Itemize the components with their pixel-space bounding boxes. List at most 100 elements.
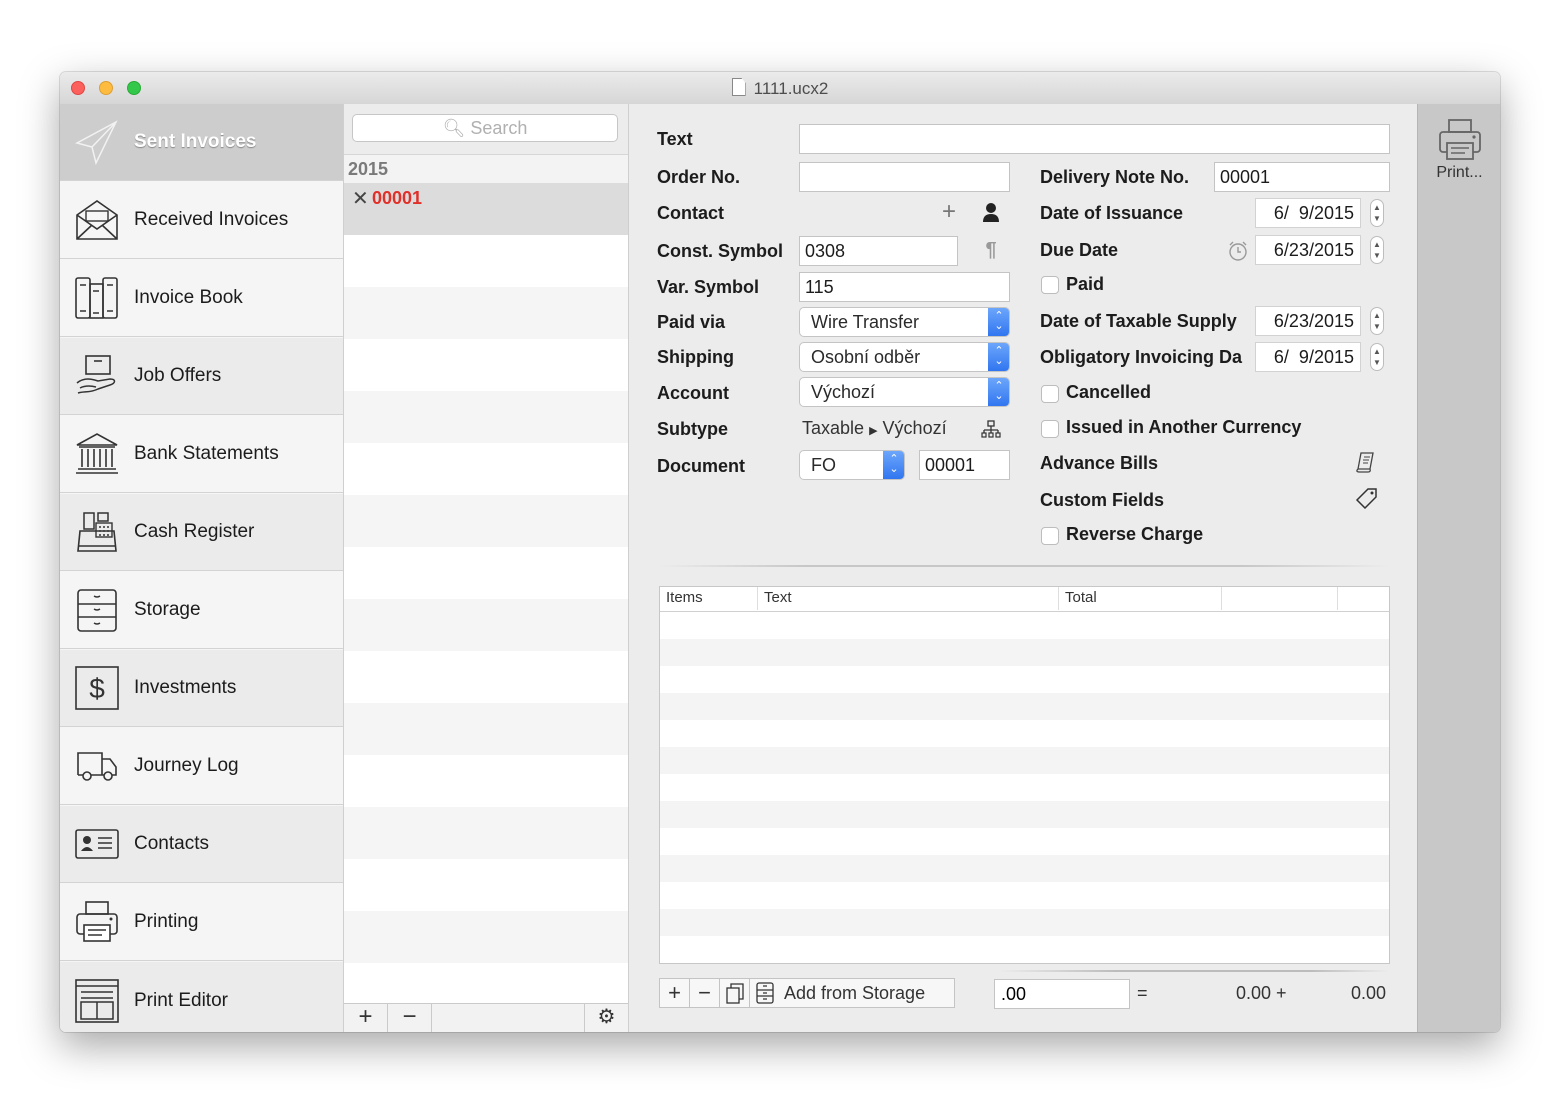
another-currency-checkbox[interactable]: [1041, 420, 1059, 438]
document-type-select[interactable]: FO ⌃ ⌄: [799, 450, 905, 480]
contact-card-icon: [72, 819, 122, 869]
sidebar-item-journey-log[interactable]: Journey Log: [60, 728, 343, 805]
invoice-detail: Text Order No. Contact + Const. Symbol 0…: [629, 104, 1417, 1032]
breadcrumb-arrow-icon: ▶: [869, 425, 878, 437]
column-header-total[interactable]: Total: [1059, 587, 1222, 610]
sidebar-item-label: Print Editor: [134, 989, 228, 1011]
dollar-icon: $: [72, 663, 122, 713]
tag-icon[interactable]: [1353, 486, 1379, 512]
document-number-field[interactable]: 00001: [919, 450, 1010, 480]
list-stripe: [344, 599, 628, 651]
printer-icon: [72, 897, 122, 947]
select-arrows-icon: ⌃ ⌄: [988, 378, 1009, 406]
order-no-field[interactable]: [799, 162, 1010, 192]
table-row: [660, 666, 1389, 693]
remove-invoice-button[interactable]: −: [388, 1004, 432, 1032]
column-header-items[interactable]: Items: [660, 587, 758, 610]
obligatory-invoicing-stepper[interactable]: ▲ ▼: [1370, 343, 1384, 371]
sidebar-item-contacts[interactable]: Contacts: [60, 806, 343, 883]
sidebar-item-print-editor[interactable]: Print Editor: [60, 962, 343, 1032]
alarm-clock-icon[interactable]: [1227, 239, 1249, 263]
person-icon[interactable]: [979, 200, 1003, 224]
window-title-text: 1111.ucx2: [753, 79, 829, 98]
section-divider: [659, 565, 1389, 567]
totals-divider: [999, 970, 1389, 972]
select-arrows-icon: ⌃ ⌄: [883, 451, 904, 479]
table-row: [660, 639, 1389, 666]
sidebar-item-cash-register[interactable]: Cash Register: [60, 494, 343, 571]
cancelled-checkbox[interactable]: [1041, 385, 1059, 403]
paid-checkbox[interactable]: [1041, 276, 1059, 294]
custom-fields-label: Custom Fields: [1040, 490, 1165, 510]
list-stripe: [344, 495, 628, 547]
const-symbol-field[interactable]: 0308: [799, 236, 958, 266]
add-contact-icon[interactable]: +: [937, 198, 961, 225]
sidebar-item-sent-invoices[interactable]: Sent Invoices: [60, 104, 343, 181]
taxable-supply-stepper[interactable]: ▲ ▼: [1370, 307, 1384, 335]
gear-icon[interactable]: ⚙: [584, 1004, 628, 1032]
reverse-charge-checkbox[interactable]: [1041, 527, 1059, 545]
table-row: [660, 801, 1389, 828]
var-symbol-field[interactable]: 115: [799, 272, 1010, 302]
subtype-path[interactable]: Taxable ▶ Výchozí: [802, 418, 947, 439]
pilcrow-icon[interactable]: ¶: [979, 238, 1003, 262]
right-toolbar: Print...: [1417, 104, 1500, 1032]
printer-icon: [1436, 116, 1484, 164]
invoice-number: 00001: [372, 188, 423, 208]
sidebar-item-label: Invoice Book: [134, 287, 243, 308]
due-date-field[interactable]: 6/23/2015: [1255, 235, 1361, 265]
account-value: Výchozí: [811, 382, 876, 402]
app-window: 1111.ucx2 Sent Invoices Received Invoice…: [60, 72, 1500, 1032]
sidebar-item-received-invoices[interactable]: Received Invoices: [60, 182, 343, 259]
sidebar-item-invoice-book[interactable]: Invoice Book: [60, 260, 343, 337]
subtype-label: Subtype: [657, 419, 729, 439]
sidebar-item-investments[interactable]: $ Investments: [60, 650, 343, 727]
taxable-supply-date-field[interactable]: 6/23/2015: [1255, 306, 1361, 336]
due-date-stepper[interactable]: ▲ ▼: [1370, 236, 1384, 264]
receipt-icon[interactable]: [1353, 450, 1377, 474]
duplicate-item-button[interactable]: [720, 979, 750, 1007]
obligatory-invoicing-date-field[interactable]: 6/ 9/2015: [1255, 342, 1361, 372]
issuance-date-field[interactable]: 6/ 9/2015: [1255, 198, 1361, 228]
order-no-label: Order No.: [657, 167, 741, 187]
column-header-extra-2[interactable]: [1338, 587, 1389, 610]
delivery-note-field[interactable]: 00001: [1214, 162, 1390, 192]
contact-label: Contact: [657, 203, 724, 223]
items-table: Items Text Total: [659, 586, 1390, 964]
discount-field[interactable]: .00: [994, 979, 1130, 1009]
shipping-value: Osobní odběr: [811, 347, 921, 367]
issuance-date-stepper[interactable]: ▲ ▼: [1370, 199, 1384, 227]
account-select[interactable]: Výchozí ⌃ ⌄: [799, 377, 1010, 407]
remove-item-button[interactable]: −: [690, 979, 720, 1007]
document-label: Document: [657, 456, 746, 476]
text-field[interactable]: [799, 124, 1390, 154]
hierarchy-icon[interactable]: [979, 418, 1003, 442]
issuance-date-label: Date of Issuance: [1040, 203, 1184, 223]
add-item-button[interactable]: +: [660, 979, 690, 1007]
add-invoice-button[interactable]: +: [344, 1004, 388, 1032]
another-currency-label: Issued in Another Currency: [1066, 417, 1302, 437]
obligatory-invoicing-label: Obligatory Invoicing Da: [1040, 347, 1243, 367]
paid-via-select[interactable]: Wire Transfer ⌃ ⌄: [799, 307, 1010, 337]
sidebar-item-label: Printing: [134, 911, 199, 932]
sidebar-item-job-offers[interactable]: Job Offers: [60, 338, 343, 415]
sidebar-item-storage[interactable]: Storage: [60, 572, 343, 649]
sidebar-item-label: Received Invoices: [134, 209, 289, 230]
x-mark-icon: ✕: [352, 188, 369, 210]
column-header-text[interactable]: Text: [758, 587, 1059, 610]
title-bar: 1111.ucx2: [60, 72, 1500, 105]
column-header-extra-1[interactable]: [1222, 587, 1338, 610]
shipping-select[interactable]: Osobní odběr ⌃ ⌄: [799, 342, 1010, 372]
sidebar-item-bank-statements[interactable]: Bank Statements: [60, 416, 343, 493]
invoice-list-item[interactable]: ✕ 00001: [344, 183, 628, 235]
table-row: [660, 693, 1389, 720]
search-input[interactable]: 🔍︎ Search: [352, 114, 618, 142]
group-header-year: 2015: [344, 155, 628, 183]
table-row: [660, 747, 1389, 774]
print-button[interactable]: Print...: [1418, 104, 1500, 194]
add-from-storage-button[interactable]: Add from Storage: [750, 979, 954, 1007]
table-row: [660, 909, 1389, 936]
document-icon: [731, 78, 746, 96]
sidebar-item-printing[interactable]: Printing: [60, 884, 343, 961]
sidebar-item-label: Journey Log: [134, 755, 239, 776]
